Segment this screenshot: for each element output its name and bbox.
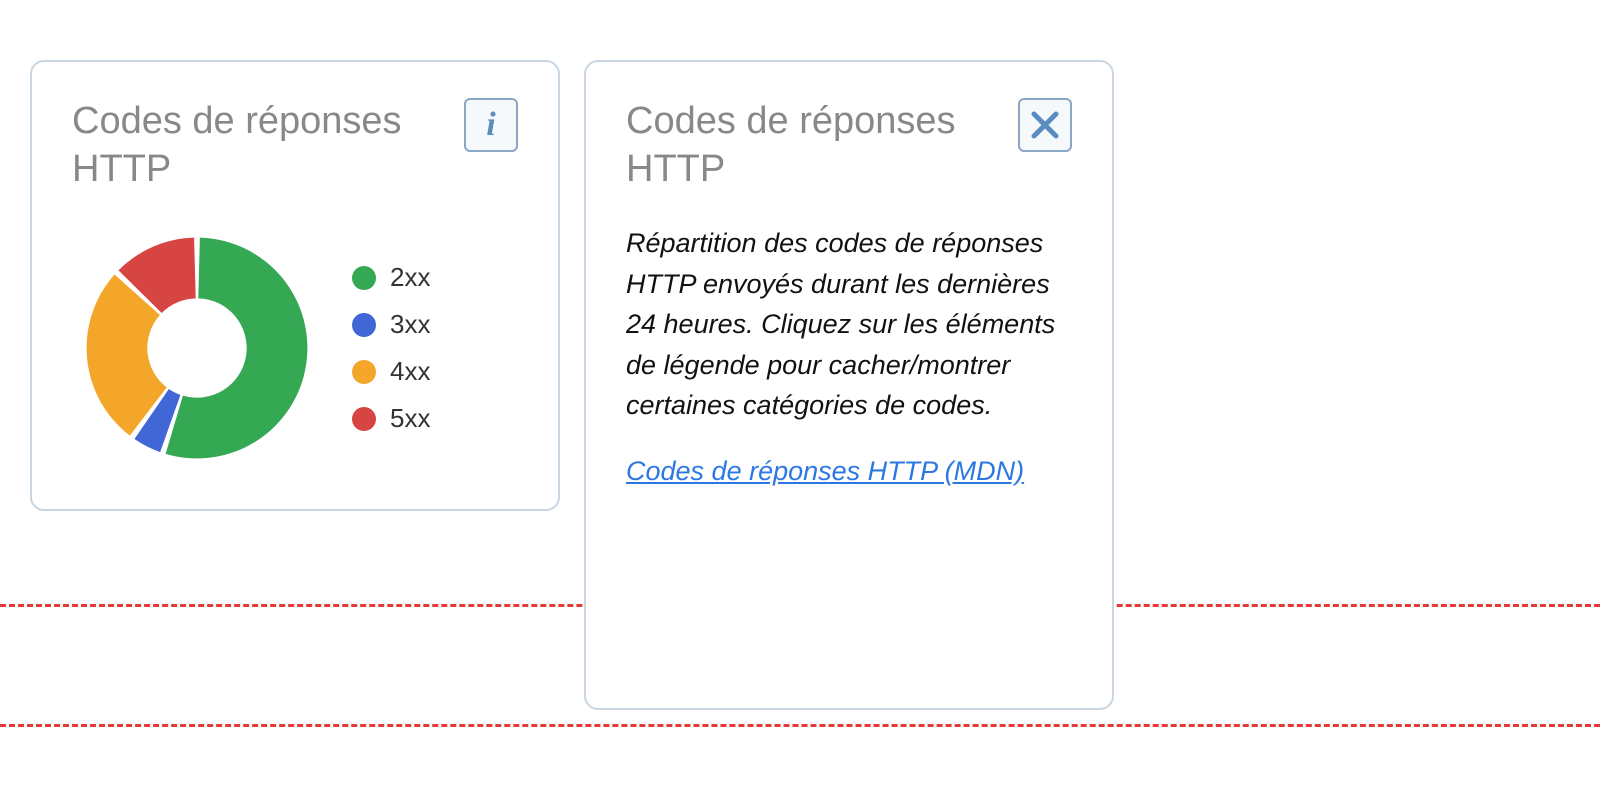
card-title: Codes de réponses HTTP — [72, 98, 432, 193]
close-button[interactable] — [1018, 98, 1072, 152]
donut-chart — [82, 233, 312, 463]
info-button[interactable]: i — [464, 98, 518, 152]
legend-item-4xx[interactable]: 4xx — [352, 356, 430, 387]
legend-item-3xx[interactable]: 3xx — [352, 309, 430, 340]
swatch-4xx — [352, 360, 376, 384]
swatch-3xx — [352, 313, 376, 337]
legend-label-5xx: 5xx — [390, 403, 430, 434]
swatch-5xx — [352, 407, 376, 431]
swatch-2xx — [352, 266, 376, 290]
chart-body: 2xx 3xx 4xx 5xx — [72, 223, 518, 473]
info-description: Répartition des codes de réponses HTTP e… — [626, 223, 1072, 426]
chart-legend: 2xx 3xx 4xx 5xx — [352, 262, 430, 434]
legend-item-2xx[interactable]: 2xx — [352, 262, 430, 293]
legend-label-3xx: 3xx — [390, 309, 430, 340]
mdn-link[interactable]: Codes de réponses HTTP (MDN) — [626, 456, 1024, 487]
card-title: Codes de réponses HTTP — [626, 98, 986, 193]
legend-label-2xx: 2xx — [390, 262, 430, 293]
http-codes-info-card: Codes de réponses HTTP Répartition des c… — [584, 60, 1114, 710]
info-icon: i — [486, 106, 495, 144]
cards-row: Codes de réponses HTTP i 2xx 3xx — [0, 0, 1600, 770]
card-header: Codes de réponses HTTP i — [72, 98, 518, 193]
http-codes-chart-card: Codes de réponses HTTP i 2xx 3xx — [30, 60, 560, 511]
close-icon — [1029, 109, 1061, 141]
legend-label-4xx: 4xx — [390, 356, 430, 387]
legend-item-5xx[interactable]: 5xx — [352, 403, 430, 434]
card-header: Codes de réponses HTTP — [626, 98, 1072, 193]
